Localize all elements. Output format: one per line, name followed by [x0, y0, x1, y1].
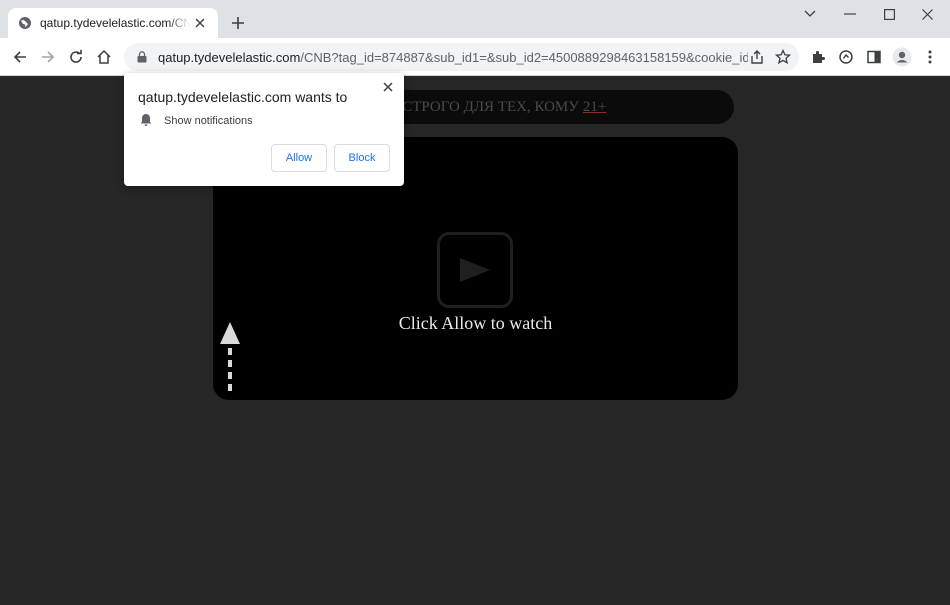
up-arrow-icon [220, 322, 240, 394]
address-bar[interactable]: qatup.tydevelelastic.com/CNB?tag_id=8748… [124, 43, 799, 71]
arrow-left-icon[interactable] [8, 45, 32, 69]
close-window-icon[interactable] [909, 4, 945, 24]
arrow-right-icon[interactable] [36, 45, 60, 69]
permission-label: Show notifications [164, 115, 253, 127]
side-panel-icon[interactable] [862, 45, 886, 69]
click-allow-text: Click Allow to watch [398, 313, 553, 333]
plus-icon[interactable] [228, 13, 248, 33]
close-icon[interactable] [192, 15, 208, 31]
banner-highlight: 21+ [582, 98, 607, 115]
url-path: /CNB?tag_id=874887&sub_id1=&sub_id2=4500… [300, 49, 748, 65]
maximize-icon[interactable] [871, 4, 907, 24]
tab-strip: qatup.tydevelelastic.com/CNB?tag_id=8748… [0, 0, 950, 38]
url-host: qatup.tydevelelastic.com [158, 49, 301, 65]
kebab-menu-icon[interactable] [918, 45, 942, 69]
globe-icon [18, 16, 32, 30]
prompt-title: qatup.tydevelelastic.com wants to [138, 89, 348, 105]
minimize-icon[interactable] [832, 4, 868, 24]
lock-icon[interactable] [134, 49, 150, 65]
allow-button[interactable]: Allow [271, 144, 327, 172]
url-text[interactable]: qatup.tydevelelastic.com/CNB?tag_id=8748… [158, 50, 748, 65]
chevron-down-icon[interactable] [792, 4, 828, 24]
sync-icon[interactable] [834, 45, 858, 69]
block-button[interactable]: Block [334, 144, 390, 172]
close-icon[interactable] [380, 79, 396, 95]
browser-toolbar: qatup.tydevelelastic.com/CNB?tag_id=8748… [0, 38, 950, 76]
star-icon[interactable] [774, 48, 792, 65]
notification-permission-prompt: qatup.tydevelelastic.com wants to Show n… [124, 73, 404, 186]
puzzle-icon[interactable] [806, 45, 830, 69]
browser-tab[interactable]: qatup.tydevelelastic.com/CNB?tag_id=8748… [8, 8, 218, 38]
bell-icon [140, 114, 152, 126]
play-icon[interactable] [437, 232, 513, 308]
reload-icon[interactable] [64, 45, 88, 69]
tab-title: qatup.tydevelelastic.com/CNB?tag_id=8748… [40, 16, 190, 30]
profile-icon[interactable] [890, 45, 914, 69]
home-icon[interactable] [92, 45, 116, 69]
share-icon[interactable] [749, 49, 765, 65]
